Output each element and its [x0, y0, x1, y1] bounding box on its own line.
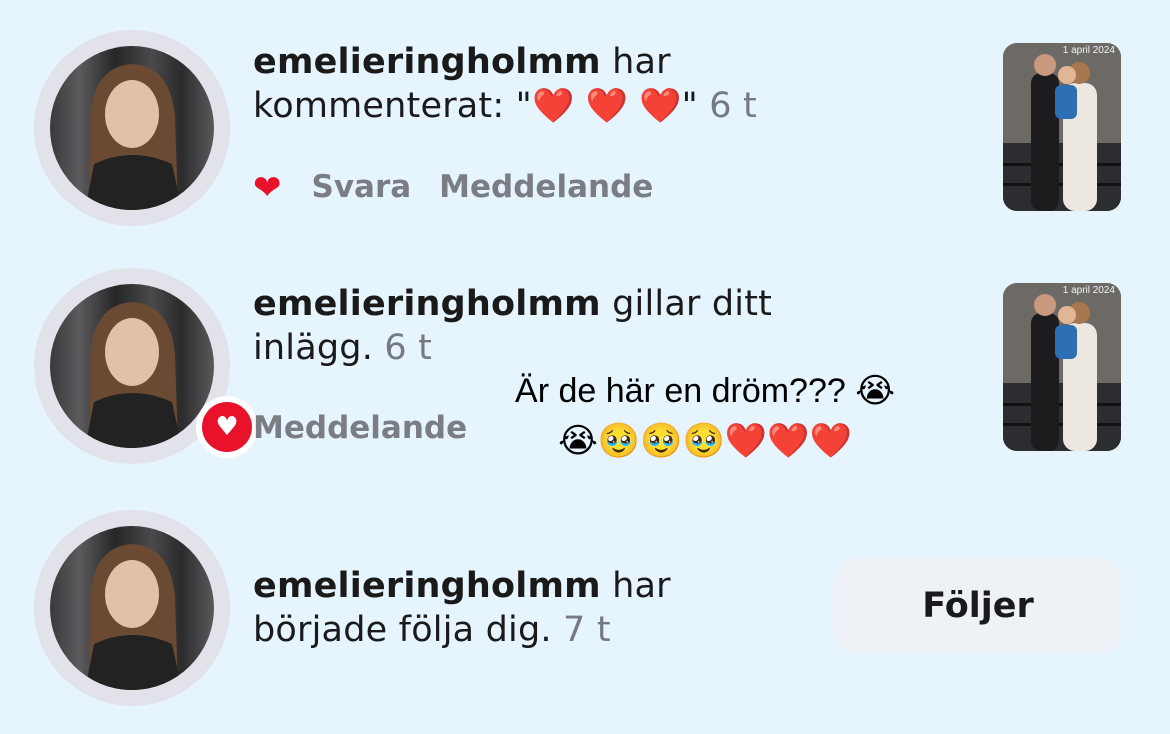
avatar[interactable] [34, 30, 230, 226]
timestamp: 7 t [551, 610, 611, 650]
message-button[interactable]: Meddelande [253, 410, 467, 446]
thumbnail-date: 1 april 2024 [1062, 285, 1115, 296]
overlay-caption: Är de här en dröm??? 😭 😭🥹🥹🥹❤️❤️❤️ [460, 366, 950, 466]
post-thumbnail[interactable]: 1 april 2024 [1003, 43, 1121, 211]
heart-icon[interactable]: ❤ [253, 168, 282, 208]
like-actions: Meddelande [253, 410, 495, 446]
heart-badge-icon: ♥ [202, 402, 252, 452]
avatar[interactable] [34, 510, 230, 706]
post-photo [1003, 283, 1121, 451]
notification-text: emelieringholmm har började följa dig. 7… [253, 564, 813, 652]
avatar[interactable]: ♥ [34, 268, 258, 464]
avatar-photo [85, 302, 182, 448]
avatar-photo [85, 64, 182, 210]
comment-actions: ❤ Svara Meddelande [253, 168, 681, 208]
username[interactable]: emelieringholmm [253, 284, 601, 324]
username[interactable]: emelieringholmm [253, 566, 601, 606]
comment-end: " [681, 86, 698, 126]
following-button[interactable]: Följer [834, 558, 1122, 654]
avatar-photo [85, 544, 182, 690]
timestamp: 6 t [373, 328, 433, 368]
overlay-line-2: 😭🥹🥹🥹❤️❤️❤️ [558, 422, 852, 460]
like-badge: ♥ [196, 396, 258, 458]
thumbnail-date: 1 april 2024 [1062, 45, 1115, 56]
reply-button[interactable]: Svara [312, 169, 412, 205]
post-thumbnail[interactable]: 1 april 2024 [1003, 283, 1121, 451]
notification-text: emelieringholmm gillar ditt inlägg. 6 t [253, 282, 843, 370]
post-photo [1003, 43, 1121, 211]
comment-hearts: ❤️ ❤️ ❤️ [531, 86, 682, 126]
overlay-line-1: Är de här en dröm??? 😭 [515, 372, 895, 410]
message-button[interactable]: Meddelande [439, 169, 653, 205]
notification-text: emelieringholmm har kommenterat: "❤️ ❤️ … [253, 40, 893, 128]
timestamp: 6 t [697, 86, 757, 126]
username[interactable]: emelieringholmm [253, 42, 601, 82]
